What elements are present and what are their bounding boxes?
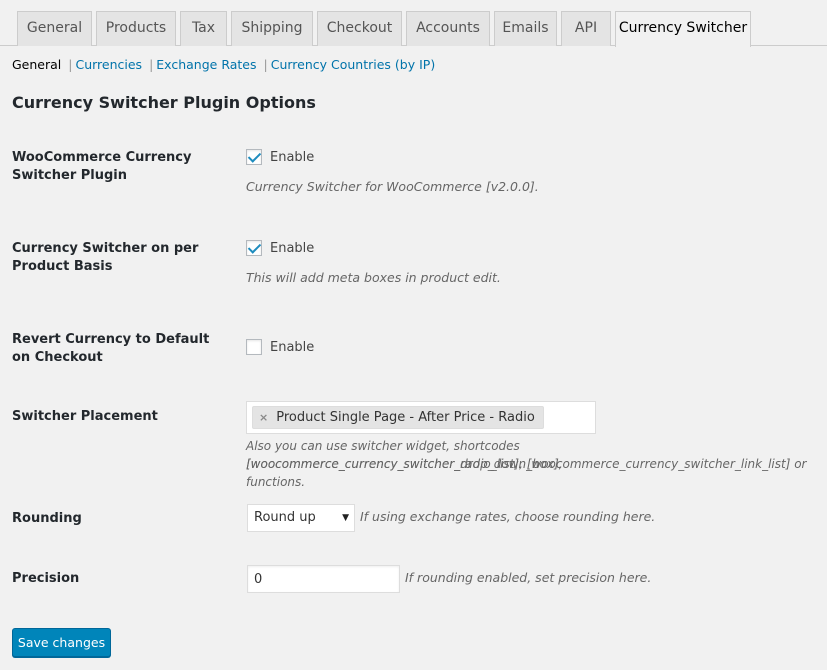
tab-general[interactable]: General: [17, 11, 92, 46]
switcher-placement-label: Switcher Placement: [12, 409, 158, 424]
plugin-enable-checkbox[interactable]: [246, 149, 262, 165]
sub-navigation: General | Currencies | Exchange Rates | Cur…: [12, 57, 435, 72]
subnav-separator: |: [263, 57, 268, 72]
revert-currency-label: Revert Currency to Default on Checkout: [12, 332, 210, 365]
save-changes-button[interactable]: Save changes: [12, 628, 111, 657]
subnav-exchange-rates-link[interactable]: Exchange Rates: [156, 57, 256, 72]
placement-description-line2: [woocommerce_currency_switcher_radio_lis…: [246, 457, 807, 489]
revert-currency-checkbox-label[interactable]: Enable: [270, 340, 314, 355]
per-product-checkbox-label[interactable]: Enable: [270, 241, 314, 256]
page-title: Currency Switcher Plugin Options: [12, 93, 316, 112]
per-product-description: This will add meta boxes in product edit…: [246, 270, 501, 285]
triangle-down-icon: ▼: [342, 513, 349, 523]
tab-accounts[interactable]: Accounts: [406, 11, 490, 46]
tab-tax[interactable]: Tax: [180, 11, 227, 46]
plugin-enable-checkbox-label[interactable]: Enable: [270, 150, 314, 165]
placement-chip: × Product Single Page - After Price - Ra…: [252, 406, 544, 429]
subnav-separator: |: [68, 57, 73, 72]
per-product-row: Enable: [246, 240, 314, 256]
tab-currency-switcher[interactable]: Currency Switcher: [615, 11, 751, 47]
precision-description: If rounding enabled, set precision here.: [405, 570, 652, 585]
tab-products[interactable]: Products: [96, 11, 176, 46]
rounding-label: Rounding: [12, 511, 82, 526]
plugin-enable-row: Enable: [246, 149, 314, 165]
tab-shipping[interactable]: Shipping: [231, 11, 313, 46]
tab-api[interactable]: API: [561, 11, 611, 46]
tab-emails[interactable]: Emails: [494, 11, 557, 46]
chip-remove-icon[interactable]: ×: [259, 411, 268, 424]
switcher-placement-multiselect[interactable]: × Product Single Page - After Price - Ra…: [246, 401, 596, 434]
per-product-label: Currency Switcher on per Product Basis: [12, 241, 199, 274]
settings-tabs: General Products Tax Shipping Checkout A…: [0, 0, 827, 47]
plugin-enable-label: WooCommerce Currency Switcher Plugin: [12, 150, 192, 183]
rounding-description: If using exchange rates, choose rounding…: [360, 509, 656, 524]
rounding-select[interactable]: Round up ▼: [247, 504, 355, 532]
revert-currency-row: Enable: [246, 339, 314, 355]
revert-currency-checkbox[interactable]: [246, 339, 262, 355]
tab-checkout[interactable]: Checkout: [317, 11, 402, 46]
subnav-currency-countries-link[interactable]: Currency Countries (by IP): [271, 57, 435, 72]
subnav-general: General: [12, 57, 62, 72]
subnav-separator: |: [149, 57, 154, 72]
plugin-description: Currency Switcher for WooCommerce [v2.0.…: [246, 179, 539, 194]
placement-chip-label: Product Single Page - After Price - Radi…: [276, 410, 535, 425]
rounding-selected-value: Round up: [254, 510, 316, 525]
per-product-checkbox[interactable]: [246, 240, 262, 256]
precision-input[interactable]: [247, 565, 400, 593]
subnav-currencies-link[interactable]: Currencies: [75, 57, 142, 72]
precision-label: Precision: [12, 571, 80, 586]
